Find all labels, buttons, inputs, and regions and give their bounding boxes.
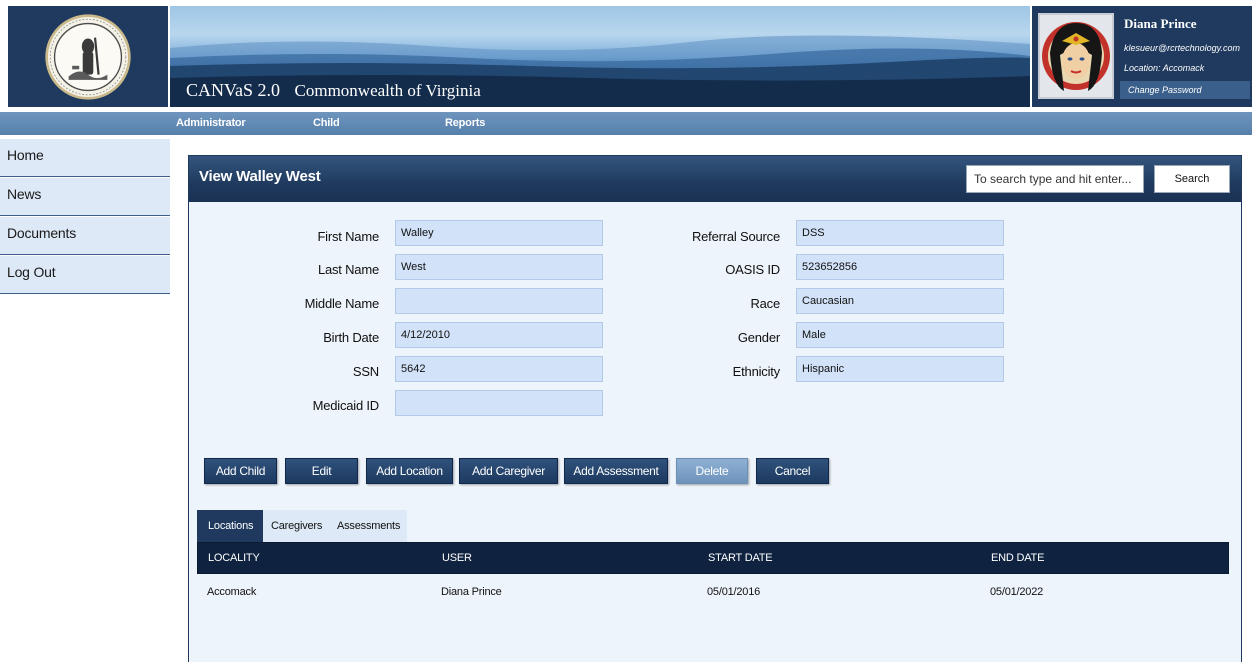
search-button[interactable]: Search xyxy=(1154,165,1230,193)
virginia-seal-logo xyxy=(8,6,168,107)
cell-user: Diana Prince xyxy=(441,586,502,598)
app-name: CANVaS 2.0 xyxy=(186,80,281,100)
user-name: Diana Prince xyxy=(1124,16,1197,31)
column-header-end-date[interactable]: END DATE xyxy=(991,552,1044,564)
avatar xyxy=(1038,13,1114,99)
sidebar-item-log-out[interactable]: Log Out xyxy=(0,256,170,294)
sidebar: Home News Documents Log Out xyxy=(0,139,170,294)
race-label: Race xyxy=(750,296,780,311)
tab-caregivers[interactable]: Caregivers xyxy=(263,510,330,542)
locations-table-header: LOCALITY USER START DATE END DATE xyxy=(197,542,1229,574)
column-header-user[interactable]: USER xyxy=(442,552,472,564)
medicaid-id-label: Medicaid ID xyxy=(312,398,380,413)
first-name-field[interactable]: Walley xyxy=(395,220,603,246)
last-name-label: Last Name xyxy=(317,262,379,277)
wonder-woman-avatar-icon xyxy=(1042,22,1110,91)
sidebar-item-news[interactable]: News xyxy=(0,178,170,216)
cancel-button[interactable]: Cancel xyxy=(756,458,829,484)
add-location-button[interactable]: Add Location xyxy=(366,458,453,484)
oasis-id-label: OASIS ID xyxy=(725,262,780,277)
ssn-field[interactable]: 5642 xyxy=(395,356,603,382)
race-field[interactable]: Caucasian xyxy=(796,288,1004,314)
user-email: klesueur@rcrtechnology.com xyxy=(1124,43,1241,53)
ethnicity-field[interactable]: Hispanic xyxy=(796,356,1004,382)
sidebar-item-documents[interactable]: Documents xyxy=(0,217,170,255)
gender-field[interactable]: Male xyxy=(796,322,1004,348)
sidebar-item-home[interactable]: Home xyxy=(0,139,170,177)
cell-locality: Accomack xyxy=(207,586,257,598)
add-child-button[interactable]: Add Child xyxy=(204,458,277,484)
nav-reports[interactable]: Reports xyxy=(445,117,485,129)
referral-source-field[interactable]: DSS xyxy=(796,220,1004,246)
nav-child[interactable]: Child xyxy=(313,117,340,129)
panel-header: View Walley West Search xyxy=(189,156,1241,202)
top-nav-bar: Administrator Child Reports xyxy=(0,112,1252,135)
first-name-label: First Name xyxy=(317,229,379,244)
delete-button[interactable]: Delete xyxy=(676,458,748,484)
referral-source-label: Referral Source xyxy=(691,229,780,244)
state-seal-icon xyxy=(45,13,131,100)
medicaid-id-field[interactable] xyxy=(395,390,603,416)
oasis-id-field[interactable]: 523652856 xyxy=(796,254,1004,280)
middle-name-label: Middle Name xyxy=(304,296,380,311)
add-caregiver-button[interactable]: Add Caregiver xyxy=(459,458,558,484)
cell-start-date: 05/01/2016 xyxy=(707,586,761,598)
nav-administrator[interactable]: Administrator xyxy=(176,117,246,129)
ethnicity-label: Ethnicity xyxy=(732,364,781,379)
app-title: CANVaS 2.0 Commonwealth of Virginia xyxy=(186,80,481,101)
search-input[interactable] xyxy=(966,165,1144,193)
user-panel: Diana Prince klesueur@rcrtechnology.com … xyxy=(1032,6,1252,107)
page-title: View Walley West xyxy=(199,168,321,185)
cell-end-date: 05/01/2022 xyxy=(990,586,1044,598)
mountain-banner: CANVaS 2.0 Commonwealth of Virginia xyxy=(170,6,1030,107)
app-header: CANVaS 2.0 Commonwealth of Virginia Dian… xyxy=(0,0,1252,112)
birth-date-label: Birth Date xyxy=(323,330,379,345)
gender-label: Gender xyxy=(737,330,780,345)
user-location: Location: Accomack xyxy=(1124,63,1205,73)
table-row[interactable]: Accomack Diana Prince 05/01/2016 05/01/2… xyxy=(197,574,1229,610)
tab-locations[interactable]: Locations xyxy=(197,510,263,542)
app-subtitle: Commonwealth of Virginia xyxy=(294,81,481,100)
column-header-start-date[interactable]: START DATE xyxy=(708,552,773,564)
birth-date-field[interactable]: 4/12/2010 xyxy=(395,322,603,348)
change-password-link[interactable]: Change Password xyxy=(1120,81,1250,99)
column-header-locality[interactable]: LOCALITY xyxy=(208,552,260,564)
edit-button[interactable]: Edit xyxy=(285,458,358,484)
tab-assessments[interactable]: Assessments xyxy=(330,510,407,542)
child-view-panel: View Walley West Search First Name Walle… xyxy=(188,155,1242,662)
ssn-label: SSN xyxy=(352,364,379,379)
add-assessment-button[interactable]: Add Assessment xyxy=(564,458,668,484)
last-name-field[interactable]: West xyxy=(395,254,603,280)
middle-name-field[interactable] xyxy=(395,288,603,314)
